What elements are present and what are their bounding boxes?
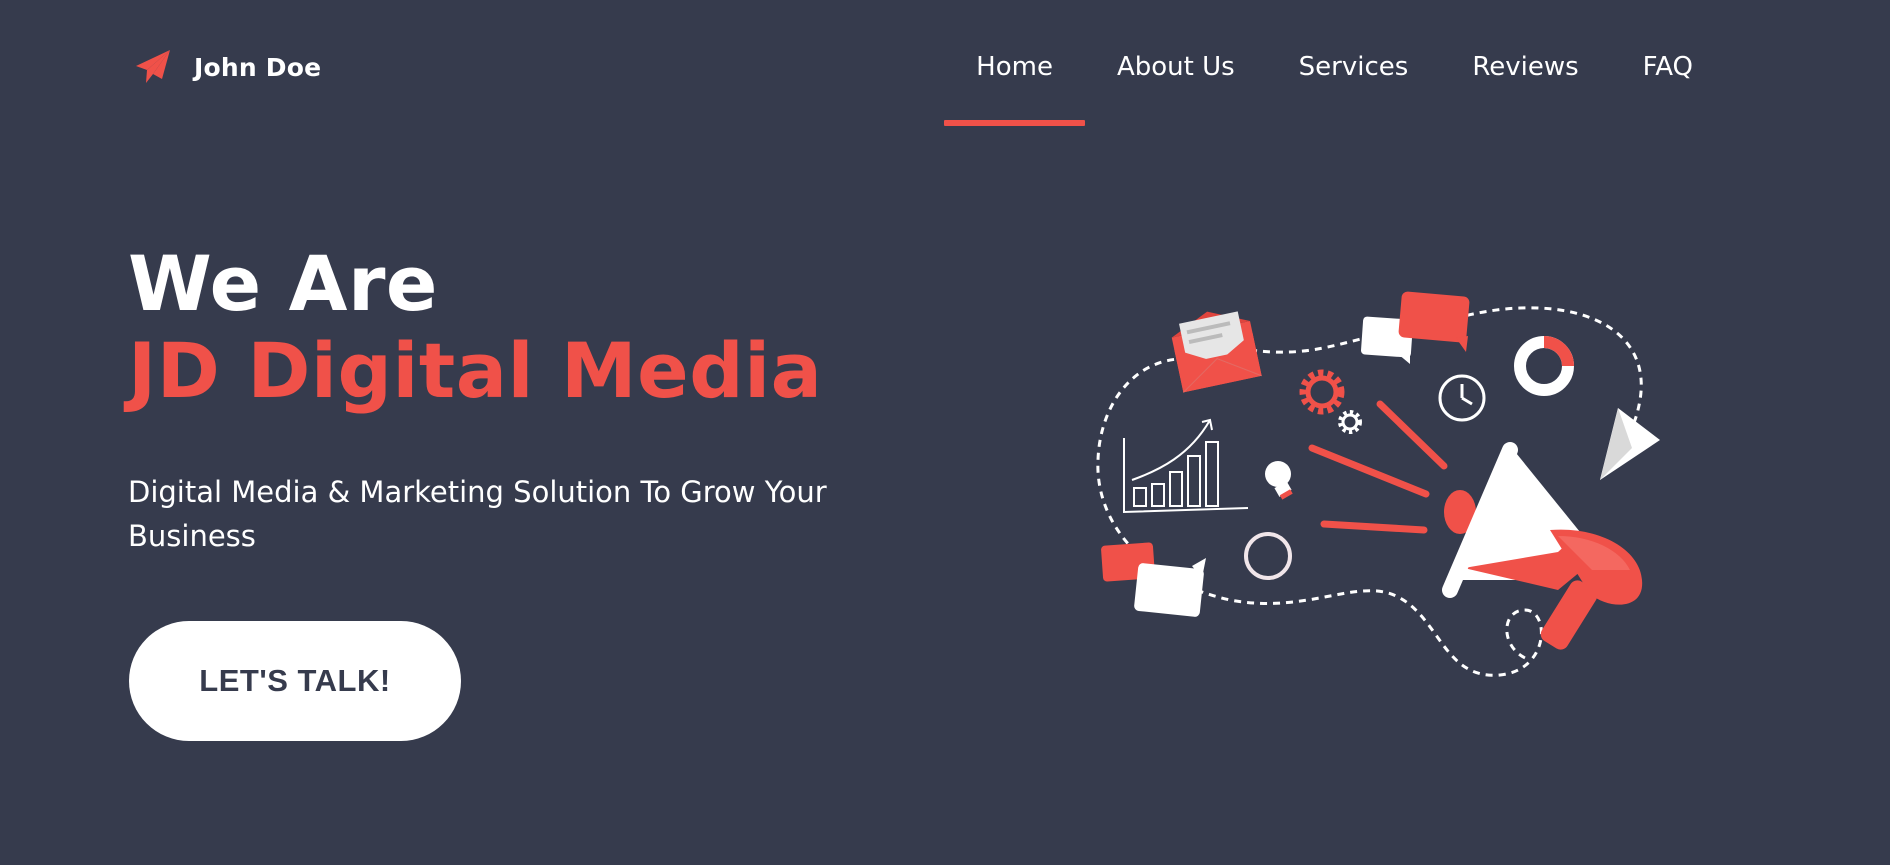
main-nav: Home About Us Services Reviews FAQ [944,0,1725,128]
nav-item-label: FAQ [1642,52,1693,82]
donut-chart-icon [1514,336,1574,396]
brand-name: John Doe [194,52,322,82]
hero-section: We Are JD Digital Media Digital Media & … [128,238,908,558]
hero-heading-line2: JD Digital Media [128,326,823,416]
hero-heading-line1: We Are [128,239,438,328]
nav-item-label: About Us [1116,52,1235,82]
paper-plane-icon [1600,408,1660,480]
lets-talk-button[interactable]: LET'S TALK! [129,621,461,741]
brand-logo[interactable]: John Doe [134,48,321,86]
nav-item-home[interactable]: Home [944,0,1085,128]
nav-item-about-us[interactable]: About Us [1085,0,1267,128]
bar-chart-icon [1123,418,1249,514]
nav-item-label: Home [976,52,1053,82]
landing-page: John Doe Home About Us Services Reviews … [0,0,1890,865]
nav-item-reviews[interactable]: Reviews [1440,0,1610,128]
envelope-icon [1171,311,1262,393]
chat-bubble-icon [1101,542,1206,617]
hero-subtitle: Digital Media & Marketing Solution To Gr… [128,475,827,554]
nav-item-faq[interactable]: FAQ [1611,0,1725,128]
nav-item-label: Reviews [1472,52,1579,82]
megaphone-icon [1442,442,1643,650]
circle-icon [1244,532,1292,580]
digital-marketing-illustration [1096,291,1660,677]
nav-item-label: Services [1298,52,1409,82]
nav-item-services[interactable]: Services [1267,0,1441,128]
lightbulb-icon [1265,461,1293,500]
chat-bubble-icon [1361,291,1470,364]
gear-icon [1299,369,1362,434]
paper-plane-icon [136,50,170,83]
clock-icon [1438,374,1486,422]
megaphone-sound-lines [1308,400,1448,534]
